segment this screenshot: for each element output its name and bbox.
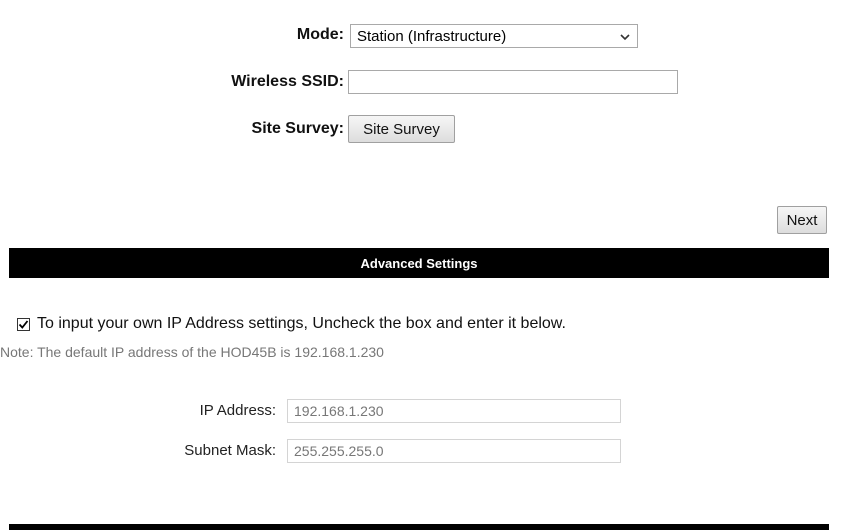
ssid-label: Wireless SSID: [231,73,344,90]
advanced-settings-header: Advanced Settings [9,248,829,278]
subnet-mask-input[interactable]: 255.255.255.0 [287,439,621,463]
default-ip-note: Note: The default IP address of the HOD4… [0,344,384,360]
site-survey-button[interactable]: Site Survey [348,115,455,143]
subnet-mask-label: Subnet Mask: [184,442,276,459]
next-button[interactable]: Next [777,206,827,234]
bottom-divider [9,524,829,530]
chevron-down-icon [619,30,631,42]
checkmark-icon [18,320,29,329]
mode-select[interactable]: Station (Infrastructure) [350,24,638,48]
mode-select-value: Station (Infrastructure) [357,27,507,45]
mode-label: Mode: [296,26,344,43]
checkbox-label: To input your own IP Address settings, U… [37,315,566,332]
ip-address-label: IP Address: [199,402,276,419]
use-default-ip-checkbox[interactable] [17,318,30,331]
site-survey-label: Site Survey: [251,120,344,137]
ip-address-input[interactable]: 192.168.1.230 [287,399,621,423]
ssid-input[interactable] [348,70,678,94]
